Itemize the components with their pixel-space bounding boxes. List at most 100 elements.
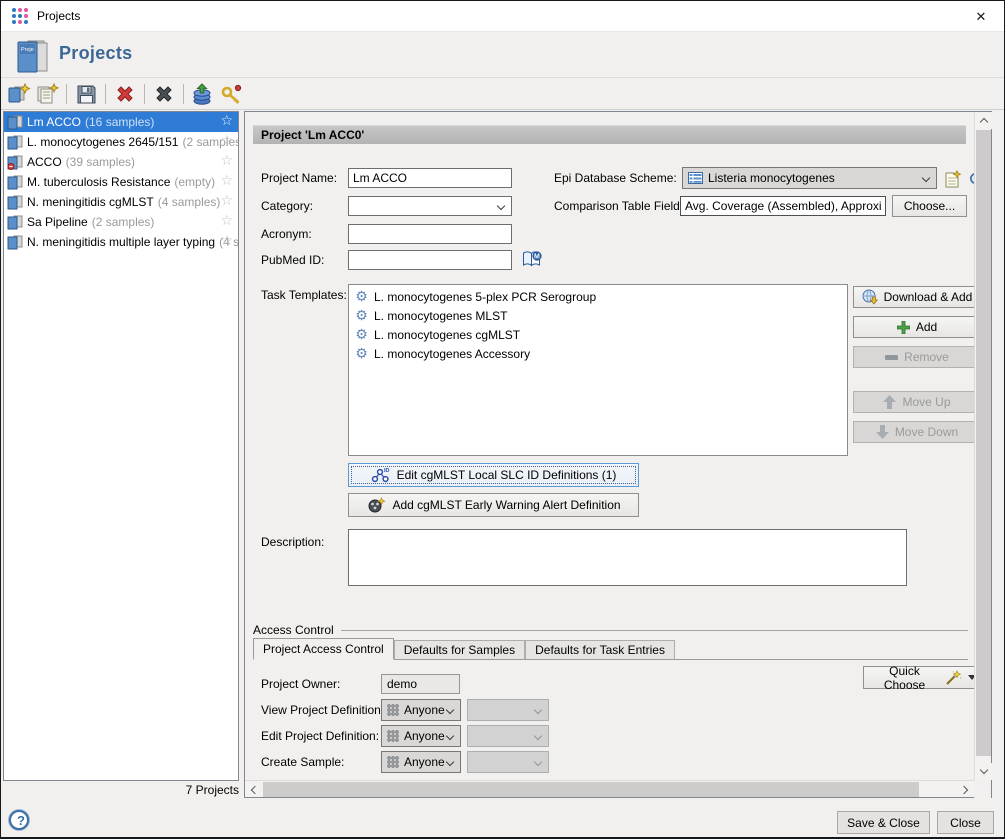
download-add-button[interactable]: Download & Add (853, 286, 981, 308)
gear-icon (354, 347, 369, 361)
move-down-button[interactable]: Move Down (853, 421, 981, 443)
star-icon[interactable] (220, 233, 233, 249)
category-label: Category: (261, 195, 313, 217)
project-list-item[interactable]: Lm ACCO (16 samples) (4, 112, 238, 132)
close-button[interactable]: Close (937, 811, 994, 834)
project-list: Lm ACCO (16 samples) L. monocytogenes 26… (3, 111, 239, 781)
acronym-input[interactable] (348, 224, 512, 244)
access-control-legend: Access Control (253, 623, 334, 637)
toolbar-separator (105, 84, 106, 104)
edit-project-definition-group-select[interactable] (467, 725, 549, 747)
description-textarea[interactable] (348, 529, 907, 586)
gear-icon (354, 309, 369, 323)
vertical-scrollbar-thumb[interactable] (976, 130, 991, 756)
comparison-fields-input[interactable] (680, 196, 886, 216)
plus-icon (897, 321, 910, 334)
close-icon[interactable] (958, 1, 1004, 32)
quick-choose-button[interactable]: Quick Choose (863, 666, 983, 689)
tab-defaults-for-samples[interactable]: Defaults for Samples (394, 640, 525, 659)
project-folder-icon (7, 175, 23, 190)
horizontal-scrollbar-thumb[interactable] (263, 782, 919, 797)
group-icon (387, 730, 399, 742)
tab-defaults-for-task-entries[interactable]: Defaults for Task Entries (525, 640, 675, 659)
title-bar[interactable]: Projects (1, 1, 1004, 32)
delete-project-icon[interactable] (112, 81, 138, 107)
scroll-up-icon[interactable] (975, 112, 992, 129)
new-scheme-icon[interactable] (940, 166, 966, 192)
toolbar-separator (144, 84, 145, 104)
chevron-down-icon (922, 174, 930, 182)
chevron-down-icon (446, 758, 454, 766)
projects-folder-icon: Proje (15, 38, 49, 74)
star-icon[interactable] (220, 133, 233, 149)
category-select[interactable] (348, 196, 512, 216)
create-sample-label: Create Sample: (261, 751, 344, 773)
project-list-item[interactable]: ACCO (39 samples) (4, 152, 238, 172)
epi-scheme-value: Listeria monocytogenes (708, 171, 835, 185)
epi-scheme-select[interactable]: Listeria monocytogenes (682, 167, 937, 189)
star-icon[interactable] (220, 173, 233, 189)
project-folder-icon (7, 115, 23, 130)
project-name: N. meningitidis multiple layer typing (27, 235, 215, 249)
task-template-item[interactable]: L. monocytogenes MLST (349, 306, 847, 325)
view-project-definition-select[interactable]: Anyone (381, 699, 461, 721)
add-button[interactable]: Add (853, 316, 981, 338)
svg-text:ID: ID (384, 468, 390, 474)
task-template-item[interactable]: L. monocytogenes cgMLST (349, 325, 847, 344)
tab-project-access-control[interactable]: Project Access Control (253, 638, 394, 660)
project-list-item[interactable]: N. meningitidis cgMLST (4 samples) (4, 192, 238, 212)
project-list-item[interactable]: N. meningitidis multiple layer typing (4… (4, 232, 238, 252)
project-count: (16 samples) (85, 115, 154, 129)
scroll-right-icon[interactable] (957, 781, 974, 798)
star-icon[interactable] (220, 193, 233, 209)
project-list-item[interactable]: M. tuberculosis Resistance (empty) (4, 172, 238, 192)
scroll-down-icon[interactable] (975, 763, 992, 780)
remove-assignment-icon[interactable] (151, 81, 177, 107)
upload-database-icon[interactable] (190, 81, 216, 107)
edit-project-definition-select[interactable]: Anyone (381, 725, 461, 747)
vertical-scrollbar[interactable] (974, 112, 991, 780)
pubmed-label: PubMed ID: (261, 249, 324, 271)
save-icon[interactable] (73, 81, 99, 107)
project-folder-icon (7, 235, 23, 250)
choose-button[interactable]: Choose... (892, 195, 967, 217)
scroll-left-icon[interactable] (245, 781, 262, 798)
access-control-tabs: Project Access Control Defaults for Samp… (253, 638, 968, 660)
app-logo-icon (12, 8, 29, 25)
toolbar-separator (183, 84, 184, 104)
minus-icon (885, 355, 898, 360)
license-key-icon[interactable] (218, 81, 244, 107)
project-list-item[interactable]: L. monocytogenes 2645/151 (2 samples) (4, 132, 238, 152)
project-count: (4 samples) (158, 195, 221, 209)
star-icon[interactable] (220, 113, 233, 129)
project-name-input[interactable] (348, 168, 512, 188)
create-sample-group-select[interactable] (467, 751, 549, 773)
remove-button[interactable]: Remove (853, 346, 981, 368)
project-name: Sa Pipeline (27, 215, 88, 229)
star-icon[interactable] (220, 153, 233, 169)
task-template-item[interactable]: L. monocytogenes 5-plex PCR Serogroup (349, 287, 847, 306)
project-name-label: Project Name: (261, 167, 337, 189)
new-project-icon[interactable] (6, 81, 32, 107)
star-icon[interactable] (220, 213, 233, 229)
chevron-down-icon (534, 732, 542, 740)
add-alert-definition-button[interactable]: Add cgMLST Early Warning Alert Definitio… (348, 493, 639, 517)
save-and-close-button[interactable]: Save & Close (837, 811, 930, 834)
pubmed-icon: M (522, 250, 543, 268)
project-folder-locked-icon (7, 155, 23, 170)
horizontal-scrollbar[interactable] (245, 780, 974, 797)
view-project-definition-label: View Project Definition: (261, 699, 384, 721)
help-icon[interactable]: ? (9, 810, 29, 830)
task-template-item[interactable]: L. monocytogenes Accessory (349, 344, 847, 363)
project-list-item[interactable]: Sa Pipeline (2 samples) (4, 212, 238, 232)
duplicate-project-icon[interactable] (34, 81, 60, 107)
pubmed-input[interactable] (348, 250, 512, 270)
move-up-button[interactable]: Move Up (853, 391, 981, 413)
gear-icon (354, 290, 369, 304)
svg-text:Proje: Proje (21, 47, 34, 53)
project-folder-icon (7, 215, 23, 230)
globe-download-icon (862, 289, 878, 305)
create-sample-select[interactable]: Anyone (381, 751, 461, 773)
edit-slc-definitions-button[interactable]: ID Edit cgMLST Local SLC ID Definitions … (348, 463, 639, 487)
view-project-definition-group-select[interactable] (467, 699, 549, 721)
